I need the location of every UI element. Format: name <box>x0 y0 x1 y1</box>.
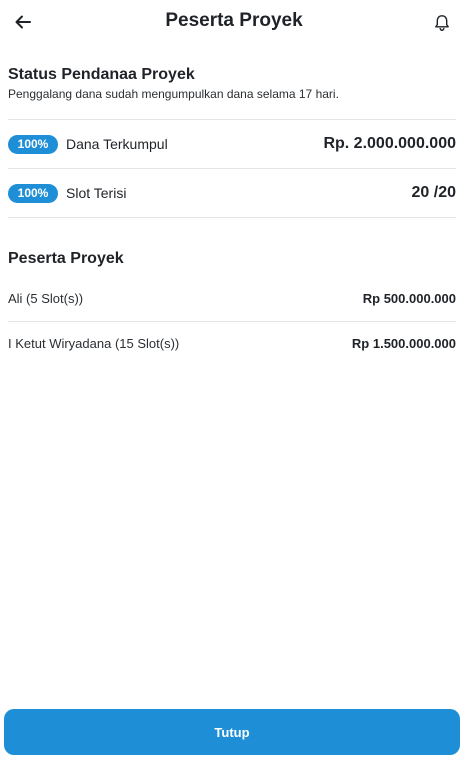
stat-value: Rp. 2.000.000.000 <box>323 135 456 152</box>
participant-row: Ali (5 Slot(s)) Rp 500.000.000 <box>8 289 456 307</box>
divider <box>8 321 456 322</box>
participant-name: Ali (5 Slot(s)) <box>8 290 84 306</box>
participants-heading: Peserta Proyek <box>8 250 124 267</box>
stat-row-funds: 100% Dana Terkumpul Rp. 2.000.000.000 <box>8 133 456 155</box>
stat-value: 20 /20 <box>411 184 456 201</box>
participant-amount: Rp 500.000.000 <box>362 290 456 306</box>
bell-icon <box>435 15 449 32</box>
notification-button[interactable] <box>430 11 454 35</box>
participant-name: I Ketut Wiryadana (15 Slot(s)) <box>8 335 180 351</box>
stat-label: Dana Terkumpul <box>66 136 168 152</box>
participant-row: I Ketut Wiryadana (15 Slot(s)) Rp 1.500.… <box>8 334 456 352</box>
status-heading: Status Pendanaa Proyek <box>8 66 195 83</box>
percent-badge: 100% <box>8 134 58 154</box>
status-subtitle: Penggalang dana sudah mengumpulkan dana … <box>8 87 339 101</box>
page: Peserta Proyek Status Pendanaa Proyek Pe… <box>0 0 468 765</box>
divider <box>8 119 456 120</box>
stat-row-slots: 100% Slot Terisi 20 /20 <box>8 182 456 204</box>
page-title: Peserta Proyek <box>165 10 303 31</box>
top-app-bar: Peserta Proyek <box>0 0 468 44</box>
close-button[interactable]: Tutup <box>4 709 460 755</box>
divider <box>8 168 456 169</box>
stat-label: Slot Terisi <box>66 185 127 201</box>
participant-amount: Rp 1.500.000.000 <box>351 335 456 351</box>
divider <box>8 217 456 218</box>
percent-badge: 100% <box>8 183 58 203</box>
